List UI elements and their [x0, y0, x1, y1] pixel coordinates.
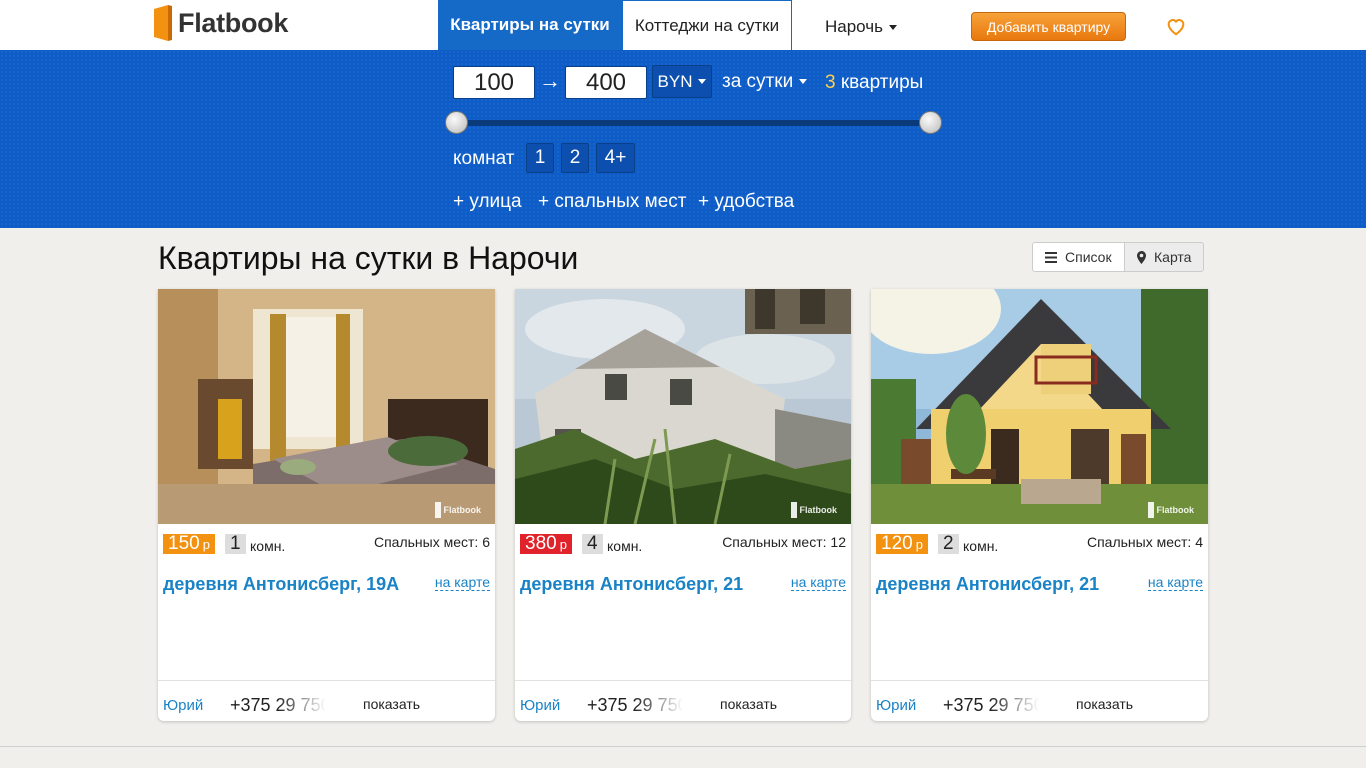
heart-icon[interactable]: [1165, 15, 1187, 37]
phone-number: +375 29 750: [230, 695, 326, 715]
filter-beds-link[interactable]: + спальных мест: [538, 191, 686, 213]
map-marker-icon: [1137, 250, 1146, 264]
logo-text: Flatbook: [178, 7, 289, 38]
beds-count: Спальных мест: 4: [1086, 534, 1203, 550]
card-divider: [871, 680, 1208, 681]
top-navbar: Flatbook Квартиры на сутки Коттеджи на с…: [0, 0, 1366, 50]
city-label: Нарочь: [825, 17, 883, 36]
price-value: 150: [168, 533, 200, 554]
show-phone-button[interactable]: показать: [1076, 696, 1133, 712]
show-on-map-link[interactable]: на карте: [434, 574, 490, 591]
listing-address[interactable]: деревня Антонисберг, 21: [520, 574, 743, 595]
rooms-option-1[interactable]: 1: [526, 143, 554, 173]
logo[interactable]: Flatbook: [154, 4, 288, 42]
listing-photo[interactable]: Flatbook: [871, 289, 1208, 524]
owner-name: Юрий: [520, 697, 561, 714]
price-badge: 150 р: [163, 534, 215, 554]
filter-panel: 100 → 400 BYN за сутки 3 квартиры комнат…: [0, 50, 1366, 228]
filter-amenities-link[interactable]: + удобства: [698, 191, 794, 213]
listing-card[interactable]: Flatbook 380 р 4 комн. Спальных мест: 12 …: [515, 289, 851, 721]
listing-card[interactable]: Flatbook 150 р 1 комн. Спальных мест: 6 д…: [158, 289, 495, 721]
price-slider-min-handle[interactable]: [445, 111, 468, 134]
price-value: 120: [881, 533, 913, 554]
rooms-suffix: комн.: [607, 538, 643, 554]
view-toggle: Список Карта: [1032, 242, 1204, 272]
result-count-label: квартиры: [840, 72, 924, 93]
listing-photo[interactable]: Flatbook: [158, 289, 495, 524]
currency-symbol: р: [915, 537, 923, 552]
rooms-suffix: комн.: [250, 538, 286, 554]
chevron-down-icon: [799, 79, 808, 85]
result-count-number: 3: [825, 72, 836, 93]
tab-apartments[interactable]: Квартиры на сутки: [438, 0, 622, 50]
listing-card[interactable]: Flatbook 120 р 2 комн. Спальных мест: 4 д…: [871, 289, 1208, 721]
period-label: за сутки: [722, 71, 794, 92]
price-badge: 120 р: [876, 534, 928, 554]
rooms-filter-label: комнат: [453, 148, 515, 169]
currency-symbol: р: [559, 537, 567, 552]
price-slider-track[interactable]: [456, 120, 930, 126]
city-dropdown[interactable]: Нарочь: [825, 17, 897, 37]
rooms-badge: 2: [938, 534, 959, 554]
card-divider: [158, 680, 495, 681]
tab-cottages[interactable]: Коттеджи на сутки: [622, 0, 792, 50]
price-value: 380: [525, 533, 557, 554]
result-count: 3 квартиры: [825, 72, 923, 94]
rooms-option-2[interactable]: 2: [561, 143, 589, 173]
card-divider: [515, 680, 851, 681]
watermark-text: Flatbook: [799, 505, 838, 515]
phone-number: +375 29 750: [587, 695, 683, 715]
price-max-input[interactable]: 400: [565, 66, 647, 99]
currency-dropdown[interactable]: BYN: [652, 65, 712, 98]
footer-divider: [0, 746, 1366, 747]
watermark-text: Flatbook: [1156, 505, 1195, 515]
map-view-button[interactable]: Карта: [1125, 242, 1204, 272]
listing-address[interactable]: деревня Антонисберг, 21: [876, 574, 1099, 595]
list-icon: [1045, 251, 1057, 263]
map-view-label: Карта: [1154, 249, 1192, 265]
rooms-option-4plus[interactable]: 4+: [596, 143, 635, 173]
range-arrow: →: [539, 68, 561, 93]
chevron-down-icon: [698, 79, 707, 84]
owner-name: Юрий: [163, 697, 204, 714]
chevron-down-icon: [888, 25, 897, 31]
watermark-logo: Flatbook: [434, 502, 482, 518]
price-badge: 380 р: [520, 534, 572, 554]
period-dropdown[interactable]: за сутки: [722, 71, 808, 93]
price-min-input[interactable]: 100: [453, 66, 535, 99]
show-on-map-link[interactable]: на карте: [790, 574, 846, 591]
beds-count: Спальных мест: 12: [722, 534, 846, 550]
listing-photo[interactable]: Flatbook: [515, 289, 851, 524]
currency-label: BYN: [657, 71, 693, 91]
rooms-badge: 4: [582, 534, 603, 554]
owner-name: Юрий: [876, 697, 917, 714]
show-phone-button[interactable]: показать: [720, 696, 777, 712]
currency-symbol: р: [202, 537, 210, 552]
phone-number: +375 29 750: [943, 695, 1039, 715]
beds-count: Спальных мест: 6: [373, 534, 490, 550]
filter-street-link[interactable]: + улица: [453, 191, 522, 213]
list-view-label: Список: [1065, 249, 1112, 265]
rooms-suffix: комн.: [963, 538, 999, 554]
page-title: Квартиры на сутки в Нарочи: [158, 240, 579, 276]
show-on-map-link[interactable]: на карте: [1147, 574, 1203, 591]
watermark-logo: Flatbook: [1147, 502, 1195, 518]
list-view-button[interactable]: Список: [1032, 242, 1125, 272]
watermark-logo: Flatbook: [790, 502, 838, 518]
watermark-text: Flatbook: [443, 505, 482, 515]
show-phone-button[interactable]: показать: [363, 696, 420, 712]
listing-address[interactable]: деревня Антонисберг, 19А: [163, 574, 399, 595]
door-logo-icon: [154, 5, 172, 41]
price-slider-max-handle[interactable]: [919, 111, 942, 134]
add-apartment-button[interactable]: Добавить квартиру: [971, 12, 1126, 41]
rooms-badge: 1: [225, 534, 246, 554]
